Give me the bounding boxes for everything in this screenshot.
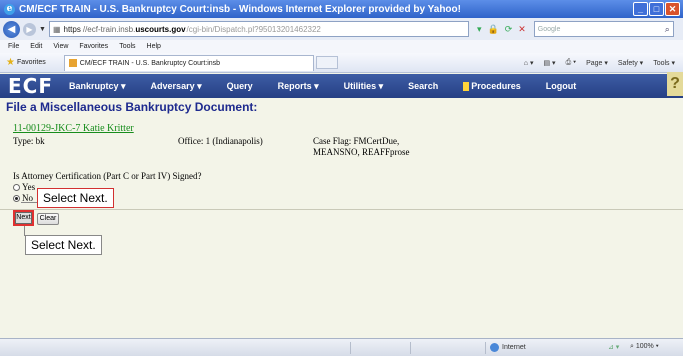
home-icon[interactable]: ⌂ ▾ xyxy=(524,59,534,67)
radio-yes[interactable]: Yes xyxy=(13,182,35,192)
callout-top: Select Next. xyxy=(37,188,114,208)
radio-yes-control[interactable] xyxy=(13,183,20,191)
zone-label: Internet xyxy=(502,344,526,351)
menu-view[interactable]: View xyxy=(53,43,68,50)
case-flag-line1: Case Flag: FMCertDue, xyxy=(313,136,400,146)
favorites-label: Favorites xyxy=(16,59,46,66)
callout-bottom: Select Next. xyxy=(25,235,102,255)
window-title: CM/ECF TRAIN - U.S. Bankruptcy Court:ins… xyxy=(19,3,461,15)
ecf-nav-bar: ECF Bankruptcy ▾ Adversary ▾ Query Repor… xyxy=(0,72,683,98)
safety-menu[interactable]: Safety ▾ xyxy=(618,59,643,67)
window-controls: _ □ ✕ xyxy=(633,2,680,16)
address-field[interactable]: ▦ https //ecf-train.insb. uscourts.gov /… xyxy=(48,21,469,37)
nav-adversary[interactable]: Adversary ▾ xyxy=(151,81,202,92)
minimize-button[interactable]: _ xyxy=(633,2,648,16)
url-protocol: https xyxy=(63,24,81,34)
nav-logout[interactable]: Logout xyxy=(546,81,577,91)
menu-favorites[interactable]: Favorites xyxy=(79,43,108,50)
callout-top-connector xyxy=(21,202,37,203)
feeds-icon[interactable]: ▤ ▾ xyxy=(543,59,555,67)
tab-title: CM/ECF TRAIN - U.S. Bankruptcy Court:ins… xyxy=(79,59,221,67)
search-provider: Google xyxy=(537,25,561,33)
procedures-label: Procedures xyxy=(471,81,521,91)
nav-procedures[interactable]: Procedures xyxy=(463,81,521,91)
page-title: File a Miscellaneous Bankruptcy Document… xyxy=(6,100,258,114)
lock-icon[interactable]: 🔒 xyxy=(487,24,498,35)
book-icon xyxy=(463,81,470,91)
command-bar: ⌂ ▾ ▤ ▾ ⎙ ▾ Page ▾ Safety ▾ Tools ▾ xyxy=(524,59,675,67)
back-button[interactable]: ◀ xyxy=(3,20,20,38)
status-separator xyxy=(350,342,351,354)
url-domain: uscourts.gov xyxy=(135,24,186,34)
favorites-button[interactable]: ★ Favorites xyxy=(6,57,46,68)
new-tab-button[interactable] xyxy=(315,56,338,69)
address-tools: ▾ 🔒 ⟳ ✕ xyxy=(477,24,526,35)
search-icon[interactable]: ⌕ xyxy=(665,24,670,35)
favorites-bar: ★ Favorites CM/ECF TRAIN - U.S. Bankrupt… xyxy=(0,53,683,73)
star-icon: ★ xyxy=(6,57,15,68)
history-dropdown-icon[interactable]: ▼ xyxy=(39,26,46,33)
callout-bottom-connector xyxy=(24,226,25,236)
close-button[interactable]: ✕ xyxy=(665,2,680,16)
nav-reports[interactable]: Reports ▾ xyxy=(278,81,319,92)
search-input[interactable]: Google ⌕ xyxy=(533,21,674,37)
status-bar: Internet ⊿ ▾ ⌕ 100% ▾ xyxy=(0,338,683,356)
ecf-logo: ECF xyxy=(8,74,54,98)
maximize-button[interactable]: □ xyxy=(649,2,664,16)
address-row: ◀ ▶ ▼ ▦ https //ecf-train.insb. uscourts… xyxy=(0,18,683,40)
status-separator xyxy=(485,342,486,354)
case-type: Type: bk xyxy=(13,136,45,146)
url-pre: //ecf-train.insb. xyxy=(82,24,136,34)
menu-bar: File Edit View Favorites Tools Help xyxy=(0,40,683,53)
ie-logo-icon: e xyxy=(4,3,15,15)
next-button-highlight xyxy=(13,210,34,226)
radio-no-control[interactable] xyxy=(13,194,20,202)
stop-icon[interactable]: ✕ xyxy=(518,24,526,35)
divider xyxy=(0,209,683,210)
zoom-level[interactable]: ⌕ 100% ▾ xyxy=(630,343,659,351)
browser-window: e CM/ECF TRAIN - U.S. Bankruptcy Court:i… xyxy=(0,0,683,356)
browser-tab[interactable]: CM/ECF TRAIN - U.S. Bankruptcy Court:ins… xyxy=(63,54,314,71)
attorney-certification-question: Is Attorney Certification (Part C or Par… xyxy=(13,171,202,181)
case-flag: Case Flag: FMCertDue, MEANSNO, REAFFpros… xyxy=(313,136,410,158)
url-path: /cgi-bin/Dispatch.pl?95013201462322 xyxy=(186,24,321,34)
clear-button[interactable]: Clear xyxy=(37,213,59,225)
globe-icon xyxy=(490,343,499,352)
help-icon[interactable]: ? xyxy=(667,72,683,96)
menu-file[interactable]: File xyxy=(8,43,19,50)
forward-button[interactable]: ▶ xyxy=(23,22,36,36)
nav-bankruptcy[interactable]: Bankruptcy ▾ xyxy=(69,81,126,92)
page-icon: ▦ xyxy=(52,24,61,34)
dropdown-icon[interactable]: ▾ xyxy=(477,24,482,35)
tools-menu[interactable]: Tools ▾ xyxy=(653,59,675,67)
page-content: File a Miscellaneous Bankruptcy Document… xyxy=(0,98,683,338)
nav-search[interactable]: Search xyxy=(408,81,438,91)
tab-page-icon xyxy=(68,59,77,67)
status-separator xyxy=(410,342,411,354)
refresh-icon[interactable]: ⟳ xyxy=(505,24,513,35)
page-menu[interactable]: Page ▾ xyxy=(586,59,608,67)
case-office: Office: 1 (Indianapolis) xyxy=(178,136,263,146)
protected-mode-icon[interactable]: ⊿ ▾ xyxy=(608,343,619,351)
security-zone[interactable]: Internet xyxy=(490,343,526,352)
print-icon[interactable]: ⎙ ▾ xyxy=(566,59,577,67)
radio-yes-label: Yes xyxy=(22,182,36,192)
menu-tools[interactable]: Tools xyxy=(119,43,135,50)
title-bar: e CM/ECF TRAIN - U.S. Bankruptcy Court:i… xyxy=(0,0,683,18)
nav-utilities[interactable]: Utilities ▾ xyxy=(344,81,384,92)
zoom-value: 100% xyxy=(635,343,654,350)
case-link[interactable]: 11-00129-JKC-7 Katie Kritter xyxy=(13,123,134,134)
case-flag-line2: MEANSNO, REAFFprose xyxy=(313,147,410,157)
menu-edit[interactable]: Edit xyxy=(30,43,42,50)
menu-help[interactable]: Help xyxy=(147,43,161,50)
nav-query[interactable]: Query xyxy=(227,81,253,91)
